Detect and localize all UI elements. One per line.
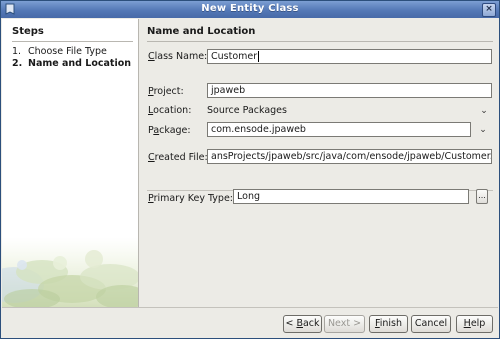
step-name-and-location: 2. Name and Location [12,58,131,69]
chevron-down-icon[interactable]: ⌄ [478,125,488,135]
primary-key-type-field[interactable]: Long [233,189,469,204]
footer-divider [2,307,498,308]
class-name-value: Customer [211,51,258,62]
steps-divider [12,41,133,42]
close-icon[interactable]: × [482,3,496,17]
step-label: Choose File Type [28,46,107,57]
package-combobox[interactable]: com.ensode.jpaweb [207,122,471,137]
step-label: Name and Location [28,58,132,69]
steps-panel: Steps 1. Choose File Type 2. Name and Loca… [2,19,139,307]
location-label: Location: [148,105,192,116]
title-bar: New Entity Class × [1,1,499,18]
decorative-leaves-graphic [2,237,138,307]
next-button[interactable]: Next > [324,315,365,333]
cancel-button[interactable]: Cancel [411,315,451,333]
section-divider [147,41,493,42]
content-panel: Name and Location Class Name: Customer P… [139,19,498,307]
package-label: Package: [148,125,191,136]
class-name-label: Class Name: [148,51,208,62]
help-button[interactable]: Help [456,315,493,333]
step-choose-file-type: 1. Choose File Type [12,46,107,57]
project-label: Project: [148,86,184,97]
class-name-field[interactable]: Customer [207,49,492,64]
finish-button[interactable]: Finish [369,315,408,333]
steps-heading: Steps [12,26,44,37]
step-number: 2. [12,58,23,69]
location-dropdown[interactable]: Source Packages [207,105,287,116]
primary-key-type-label: Primary Key Type: [148,193,233,204]
new-entity-class-dialog: New Entity Class × Steps 1. Choose File T… [0,0,500,339]
browse-button[interactable]: ... [476,189,488,204]
chevron-down-icon[interactable]: ⌄ [479,106,489,116]
back-button[interactable]: < Back [283,315,322,333]
created-file-label: Created File: [148,152,208,163]
text-caret [258,51,260,62]
section-heading: Name and Location [147,26,256,37]
step-number: 1. [12,46,22,57]
project-field[interactable]: jpaweb [207,83,492,98]
created-file-field[interactable]: ansProjects/jpaweb/src/java/com/ensode/j… [207,149,492,164]
window-title: New Entity Class [201,3,299,14]
